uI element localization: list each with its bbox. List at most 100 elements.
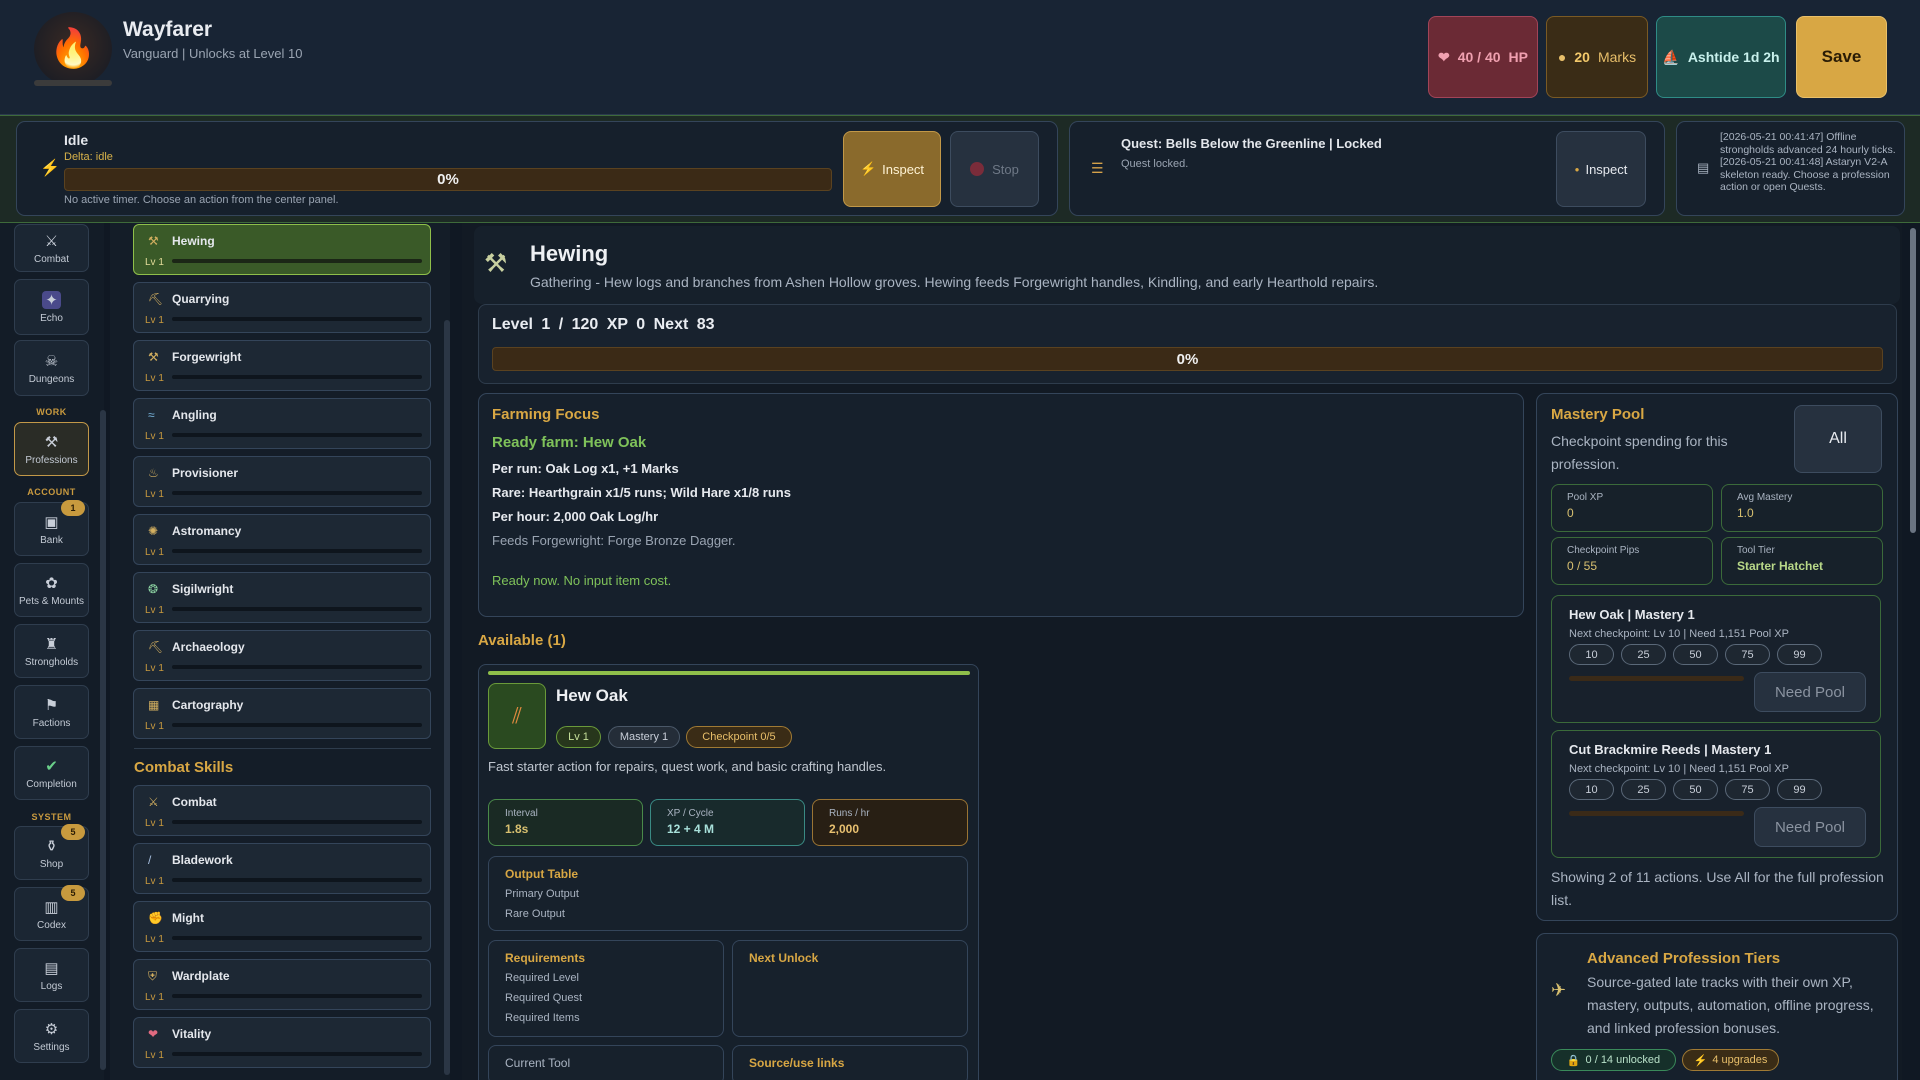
nav-item-pets-mounts[interactable]: ✿ Pets & Mounts <box>14 563 89 617</box>
runs-hr-value: 2,000 <box>829 822 860 836</box>
checkpoint-pips-value: 0 / 55 <box>1567 559 1598 573</box>
runs-hr-label: Runs / hr <box>829 808 870 819</box>
quest-status: Quest locked. <box>1121 158 1189 170</box>
nav-item-combat[interactable]: ⚔ Combat <box>14 224 89 272</box>
stop-icon <box>970 162 985 176</box>
quest-inspect-label: Inspect <box>1585 161 1628 177</box>
skill-item-hewing[interactable]: ⚒ Hewing Lv 1 <box>133 224 431 275</box>
need-pool-button[interactable]: Need Pool <box>1754 807 1866 847</box>
stop-label: Stop <box>992 161 1019 177</box>
upgrades-label: 4 upgrades <box>1712 1054 1768 1066</box>
checkpoint-pip[interactable]: 25 <box>1621 779 1666 800</box>
skill-progress-track <box>172 607 422 611</box>
checkpoint-pip[interactable]: 25 <box>1621 644 1666 665</box>
source-links-box[interactable]: Source/use links <box>732 1045 968 1080</box>
nav-label: Shop <box>39 858 64 870</box>
skill-progress-track <box>172 375 422 379</box>
ashtide-stat[interactable]: ⛵ Ashtide 1d 2h <box>1656 16 1786 98</box>
skill-item-cartography[interactable]: ▦ Cartography Lv 1 <box>133 688 431 739</box>
nav-item-professions[interactable]: ⚒ Professions <box>14 422 89 476</box>
checkpoint-pip[interactable]: 50 <box>1673 779 1718 800</box>
current-tool-title: Current Tool <box>505 1056 571 1070</box>
skills-scrollbar[interactable] <box>444 320 450 1075</box>
skill-item-forgewright[interactable]: ⚒ Forgewright Lv 1 <box>133 340 431 391</box>
log-entry: [2026-05-21 00:41:47] Offline stronghold… <box>1720 131 1896 156</box>
output-title: Output Table <box>505 867 579 881</box>
output-table: Output Table Primary Output Rare Output <box>488 856 968 931</box>
nav-section-system: SYSTEM <box>31 812 72 822</box>
nav-item-dungeons[interactable]: ☠ Dungeons <box>14 340 89 396</box>
unlocked-pill: 🔒 0 / 14 unlocked <box>1551 1049 1676 1071</box>
show-all-button[interactable]: All <box>1794 405 1882 473</box>
action-description: Fast starter action for repairs, quest w… <box>488 759 887 774</box>
nav-item-factions[interactable]: ⚑ Factions <box>14 685 89 739</box>
nav-item-strongholds[interactable]: ♜ Strongholds <box>14 624 89 678</box>
skill-level: Lv 1 <box>145 663 164 674</box>
nav-label: Codex <box>37 919 66 931</box>
quest-inspect-button[interactable]: ● Inspect <box>1556 131 1646 207</box>
skill-progress-track <box>172 1052 422 1056</box>
nav-item-completion[interactable]: ✔ Completion <box>14 746 89 800</box>
flag-icon: ⚑ <box>44 696 59 714</box>
checkpoint-pips-stat: Checkpoint Pips 0 / 55 <box>1551 537 1713 585</box>
next-unlock-box: Next Unlock <box>732 940 968 1037</box>
skill-item-might[interactable]: ✊ Might Lv 1 <box>133 901 431 952</box>
gear-icon: ⚙ <box>44 1020 59 1038</box>
skill-level: Lv 1 <box>145 934 164 945</box>
checkpoint-pip[interactable]: 10 <box>1569 779 1614 800</box>
nav-item-logs[interactable]: ▤ Logs <box>14 948 89 1002</box>
hp-stat[interactable]: ❤ 40 / 40 HP <box>1428 16 1538 98</box>
mastery-action-checkpoint: Next checkpoint: Lv 10 | Need 1,151 Pool… <box>1569 628 1789 640</box>
farming-ready-now: Ready now. No input item cost. <box>492 573 672 588</box>
nav-item-shop[interactable]: 5 ⚱ Shop <box>14 824 89 880</box>
skill-item-astromancy[interactable]: ✺ Astromancy Lv 1 <box>133 514 431 565</box>
skill-level: Lv 1 <box>145 431 164 442</box>
rare-output: Rare Output <box>505 908 565 920</box>
skill-item-provisioner[interactable]: ♨ Provisioner Lv 1 <box>133 456 431 507</box>
next-text: Next 83 <box>653 316 715 333</box>
nav-item-echo[interactable]: ✦ Echo <box>14 279 89 335</box>
skill-item-archaeology[interactable]: ⛏ Archaeology Lv 1 <box>133 630 431 681</box>
skill-item-bladework[interactable]: / Bladework Lv 1 <box>133 843 431 894</box>
book-icon: ▥ <box>44 898 59 916</box>
main-scrollbar[interactable] <box>1910 228 1916 533</box>
checkpoint-pip[interactable]: 99 <box>1777 779 1822 800</box>
next-unlock-title: Next Unlock <box>749 951 819 965</box>
level-progress-bar: 0% <box>492 347 1883 371</box>
nav-scrollbar[interactable] <box>100 410 106 1070</box>
skill-item-quarrying[interactable]: ⛏ Quarrying Lv 1 <box>133 282 431 333</box>
checkpoint-pip[interactable]: 99 <box>1777 644 1822 665</box>
mastery-progress-track <box>1569 811 1744 816</box>
mastery-title: Mastery Pool <box>1551 406 1645 423</box>
sword-icon: / <box>148 853 152 867</box>
nav-item-settings[interactable]: ⚙ Settings <box>14 1009 89 1063</box>
combat-skills-title: Combat Skills <box>134 759 234 776</box>
log-entry: [2026-05-21 00:41:48] Astaryn V2-A skele… <box>1720 156 1890 193</box>
nav-item-codex[interactable]: 5 ▥ Codex <box>14 885 89 941</box>
nav-item-bank[interactable]: 1 ▣ Bank <box>14 500 89 556</box>
farming-feeds: Feeds Forgewright: Forge Bronze Dagger. <box>492 533 736 548</box>
skill-progress-track <box>172 820 422 824</box>
checkpoint-pip[interactable]: 50 <box>1673 644 1718 665</box>
level-summary: Level 1 / 120 XP 0 Next 83 <box>492 316 715 334</box>
skill-item-sigilwright[interactable]: ❂ Sigilwright Lv 1 <box>133 572 431 623</box>
ashtide-label: Ashtide 1d 2h <box>1687 49 1780 65</box>
need-pool-button[interactable]: Need Pool <box>1754 672 1866 712</box>
skill-item-wardplate[interactable]: ⛨ Wardplate Lv 1 <box>133 959 431 1010</box>
skill-item-vitality[interactable]: ❤ Vitality Lv 1 <box>133 1017 431 1068</box>
checkpoint-pip[interactable]: 10 <box>1569 644 1614 665</box>
star-icon: ✺ <box>148 524 159 538</box>
skill-item-angling[interactable]: ≈ Angling Lv 1 <box>133 398 431 449</box>
checkpoint-pip[interactable]: 75 <box>1725 779 1770 800</box>
quest-title: Quest: Bells Below the Greenline | Locke… <box>1121 136 1382 151</box>
stop-button[interactable]: Stop <box>950 131 1039 207</box>
save-button[interactable]: Save <box>1796 16 1887 98</box>
checkpoint-pip[interactable]: 75 <box>1725 644 1770 665</box>
skill-item-combat[interactable]: ⚔ Combat Lv 1 <box>133 785 431 836</box>
marks-stat[interactable]: ● 20 Marks <box>1546 16 1648 98</box>
cooking-icon: ♨ <box>148 466 159 480</box>
ship-icon: ⛵ <box>1662 48 1680 65</box>
skill-name: Wardplate <box>172 969 230 983</box>
level-text: Level 1 / 120 <box>492 316 599 333</box>
activity-inspect-button[interactable]: ⚡ Inspect <box>843 131 941 207</box>
